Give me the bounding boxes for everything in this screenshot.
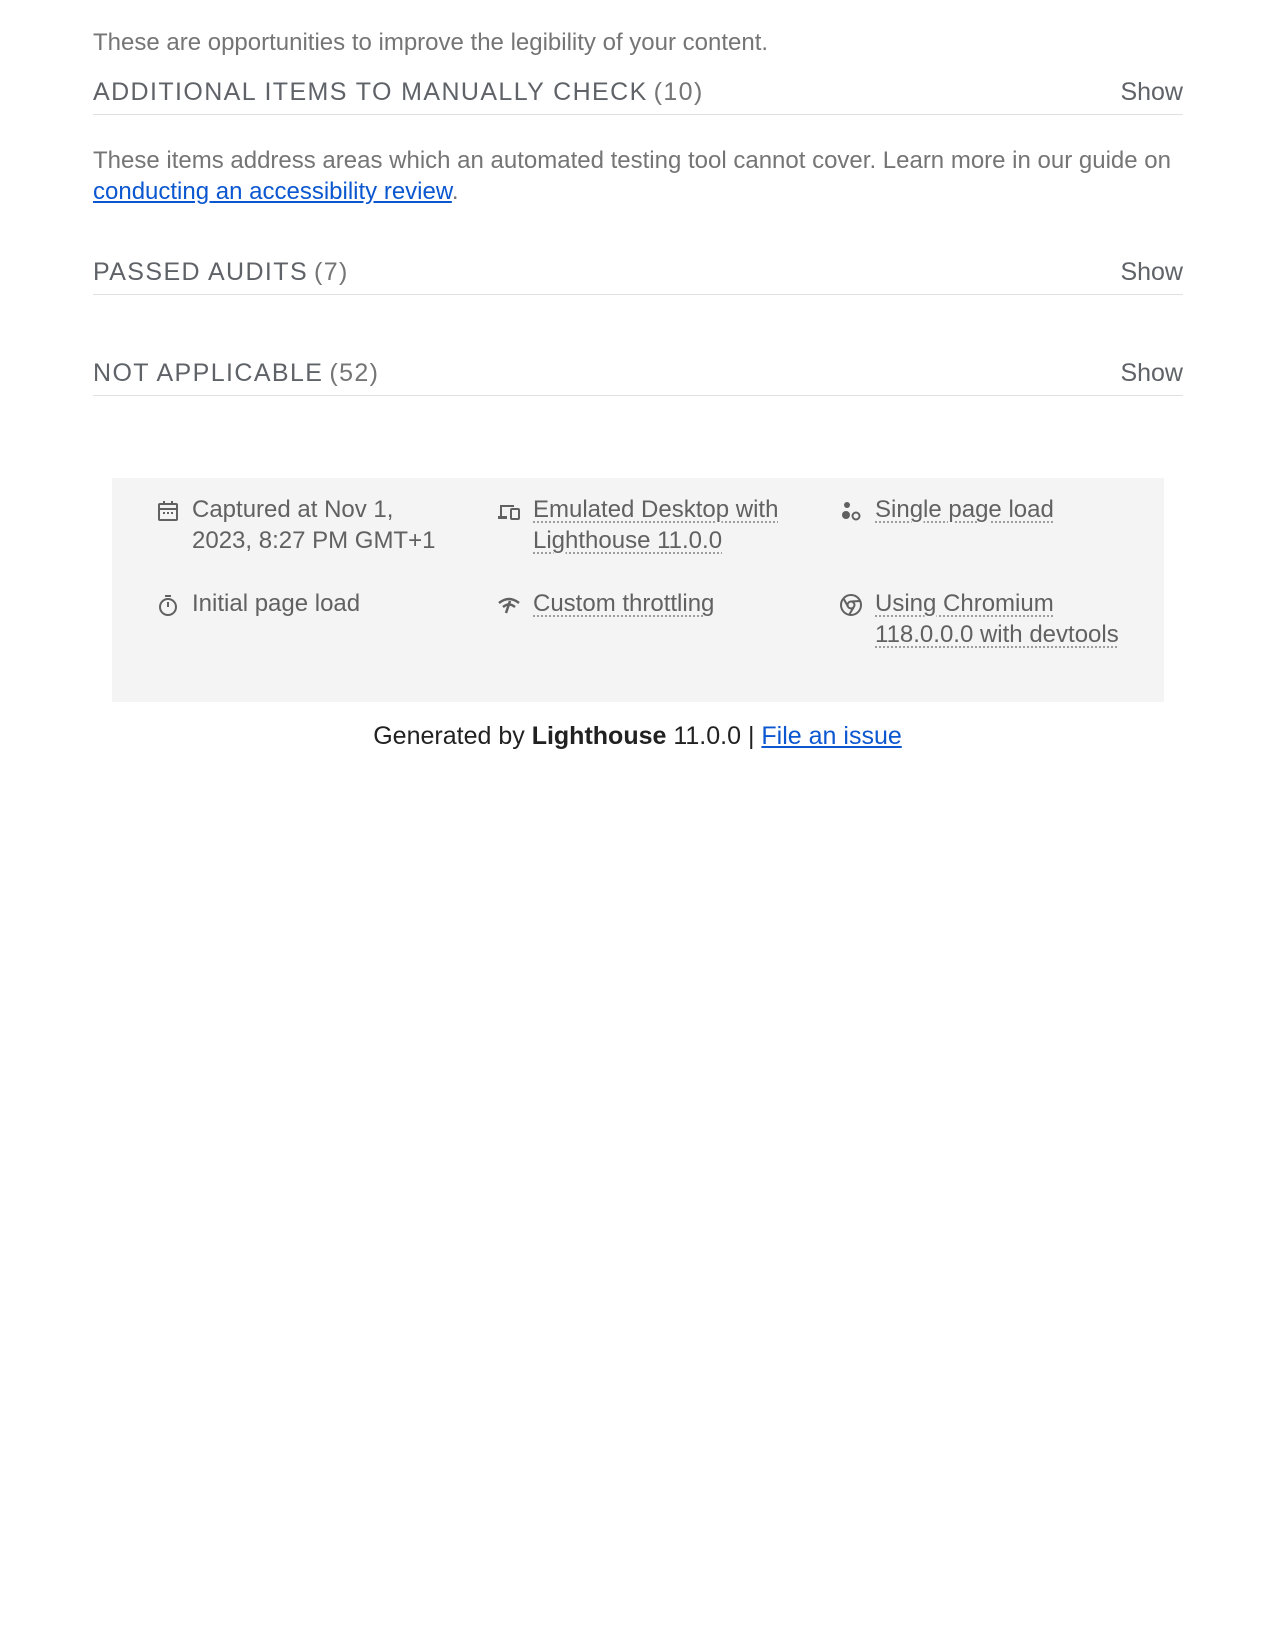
env-throttling-text[interactable]: Custom throttling (533, 588, 795, 619)
group-count: (7) (314, 258, 349, 286)
group-title-manual-check: ADDITIONAL ITEMS TO MANUALLY CHECK (10) (93, 74, 704, 110)
show-passed-audits-button[interactable]: Show (1120, 254, 1183, 290)
chrome-icon (840, 594, 862, 616)
show-not-applicable-button[interactable]: Show (1120, 355, 1183, 391)
group-count: (10) (653, 78, 704, 106)
group-header-manual-check[interactable]: ADDITIONAL ITEMS TO MANUALLY CHECK (10) S… (93, 74, 1183, 115)
env-session-text[interactable]: Single page load (875, 494, 1137, 525)
network-throttle-icon (498, 597, 520, 614)
group-count: (52) (329, 359, 380, 387)
accessibility-review-link[interactable]: conducting an accessibility review (93, 178, 452, 205)
stopwatch-icon (159, 595, 177, 616)
env-page-load-text: Initial page load (192, 590, 361, 617)
env-captured-text: Captured at Nov 1, 2023, 8:27 PM GMT+1 (192, 496, 436, 554)
run-environment-panel: Captured at Nov 1, 2023, 8:27 PM GMT+1 E… (112, 478, 1164, 702)
report-footer: Generated by Lighthouse 11.0.0 | File an… (0, 718, 1275, 754)
group-title-text: PASSED AUDITS (93, 258, 309, 286)
group-intro-text: These are opportunities to improve the l… (93, 29, 769, 56)
group-header-passed-audits[interactable]: PASSED AUDITS (7) Show (93, 254, 1183, 295)
group-title-not-applicable: NOT APPLICABLE (52) (93, 355, 379, 391)
footer-product-name: Lighthouse (531, 722, 667, 750)
single-page-load-icon (842, 502, 861, 521)
group-description-period: . (451, 178, 459, 205)
group-description-text: These items address areas which an autom… (93, 147, 1171, 174)
env-browser-text[interactable]: Using Chromium 118.0.0.0 with devtools (875, 588, 1137, 650)
footer-version: 11.0.0 | (673, 722, 755, 750)
group-title-text: NOT APPLICABLE (93, 359, 324, 387)
file-an-issue-link[interactable]: File an issue (761, 722, 901, 750)
show-manual-check-button[interactable]: Show (1120, 74, 1183, 110)
group-title-text: ADDITIONAL ITEMS TO MANUALLY CHECK (93, 78, 648, 106)
env-device-text[interactable]: Emulated Desktop with Lighthouse 11.0.0 (533, 494, 795, 556)
group-header-not-applicable[interactable]: NOT APPLICABLE (52) Show (93, 355, 1183, 396)
footer-generated-by: Generated by (373, 722, 525, 750)
devices-icon (498, 505, 520, 520)
group-description-manual-check: These items address areas which an autom… (93, 145, 1183, 207)
calendar-icon (158, 501, 178, 521)
lighthouse-report-page: These are opportunities to improve the l… (0, 0, 1275, 1650)
group-title-passed-audits: PASSED AUDITS (7) (93, 254, 349, 290)
